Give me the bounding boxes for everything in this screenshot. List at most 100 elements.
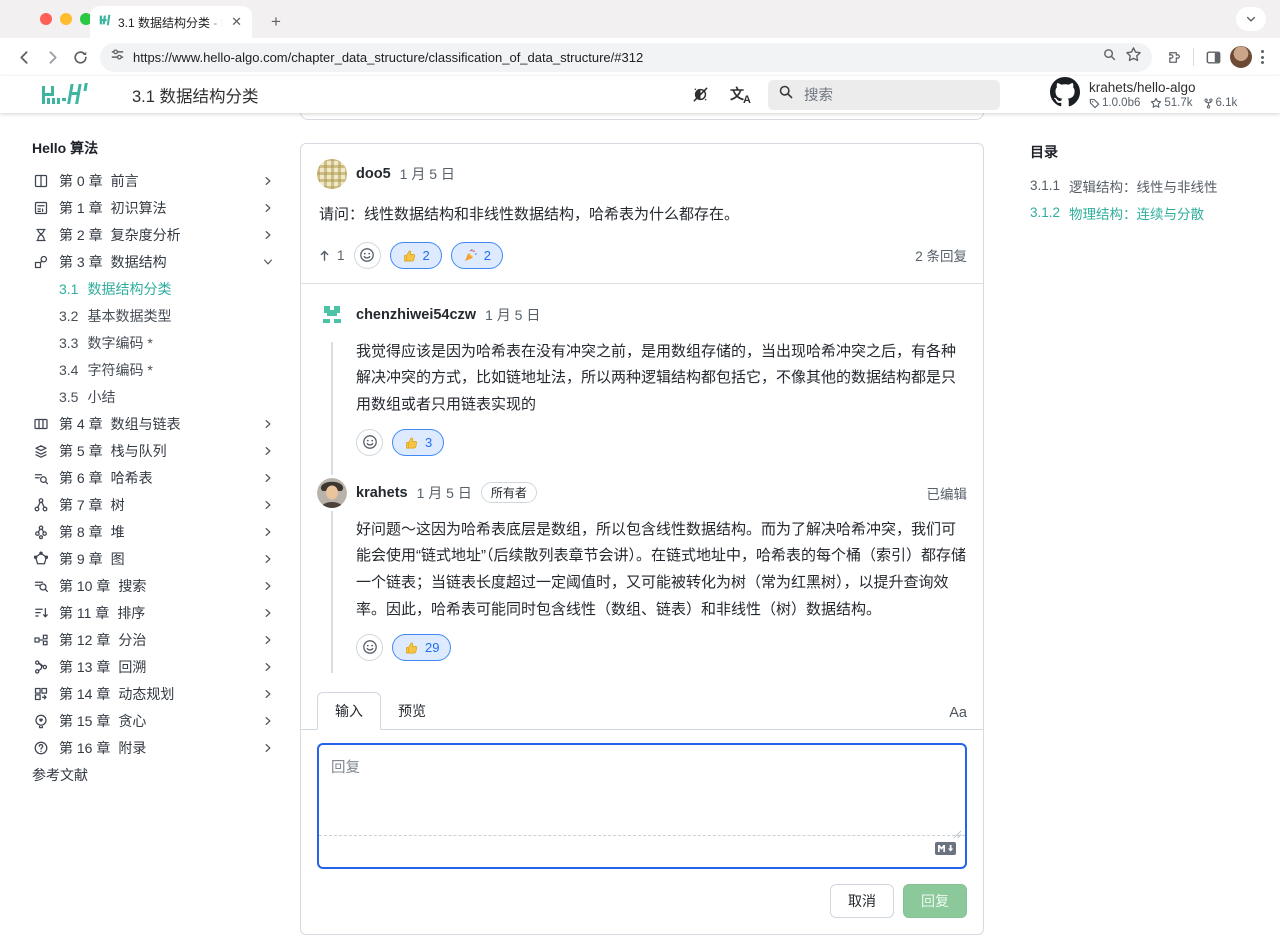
- bookmark-star-icon[interactable]: [1125, 46, 1142, 68]
- chevron-right-icon: [262, 418, 274, 430]
- reaction-thumbs-up[interactable]: 29: [392, 634, 451, 661]
- back-button[interactable]: [10, 43, 38, 71]
- sidebar-item-chapter-8[interactable]: 第 8 章 堆: [32, 518, 274, 545]
- reply-form: 输入 预览 Aa 取消 回复: [301, 693, 983, 934]
- sidebar-item-chapter-5[interactable]: 第 5 章 栈与队列: [32, 437, 274, 464]
- hourglass-icon: [32, 227, 50, 243]
- sidebar-item-chapter-1[interactable]: 第 1 章 初识算法: [32, 194, 274, 221]
- comment-date[interactable]: 1 月 5 日: [485, 305, 540, 325]
- browser-toolbar: https://www.hello-algo.com/chapter_data_…: [0, 38, 1280, 76]
- smiley-icon: [359, 247, 375, 263]
- repo-stats: 1.0.0b6 51.7k 6.1k: [1089, 97, 1237, 109]
- search-input[interactable]: 搜索: [768, 80, 1000, 110]
- comment-body: 我觉得应该是因为哈希表在没有冲突之前，是用数组存储的，当出现哈希冲突之后，有各种…: [356, 339, 967, 419]
- theme-toggle-icon[interactable]: [680, 85, 720, 104]
- backtrack-icon: [32, 659, 50, 675]
- github-repo-link[interactable]: krahets/hello-algo 1.0.0b6 51.7k 6.1k: [1050, 77, 1260, 112]
- tab-write[interactable]: 输入: [317, 692, 381, 730]
- minimize-window-button[interactable]: [60, 13, 72, 25]
- sidebar-nav: Hello 算法 第 0 章 前言 第 1 章 初识算法 第 2 章 复杂度分析…: [32, 138, 274, 788]
- address-bar[interactable]: https://www.hello-algo.com/chapter_data_…: [100, 43, 1152, 72]
- add-reaction-button[interactable]: [356, 429, 383, 456]
- sidebar-item-chapter-9[interactable]: 第 9 章 图: [32, 545, 274, 572]
- table-icon: [32, 416, 50, 432]
- avatar[interactable]: [317, 159, 347, 189]
- reaction-party[interactable]: 2: [451, 242, 503, 269]
- divide-icon: [32, 632, 50, 648]
- sidebar-item-chapter-16[interactable]: 第 16 章 附录: [32, 734, 274, 761]
- sidebar-item-chapter-10[interactable]: 第 10 章 搜索: [32, 572, 274, 599]
- sidebar-item-chapter-13[interactable]: 第 13 章 回溯: [32, 653, 274, 680]
- zoom-page-icon[interactable]: [1102, 47, 1117, 67]
- tab-preview[interactable]: 预览: [381, 693, 443, 729]
- reply-editor: [317, 743, 967, 869]
- comment-author[interactable]: chenzhiwei54czw: [356, 307, 476, 323]
- heap-icon: [32, 524, 50, 540]
- upvote-button[interactable]: 1: [317, 248, 345, 263]
- reply-submit-button[interactable]: 回复: [903, 884, 967, 918]
- resize-handle-icon[interactable]: [953, 826, 962, 844]
- edited-label: 已编辑: [927, 483, 968, 503]
- translate-icon[interactable]: 文A: [720, 84, 760, 106]
- grid-icon: [32, 686, 50, 702]
- sidebar-item-chapter-6[interactable]: 第 6 章 哈希表: [32, 464, 274, 491]
- shapes-icon: [32, 254, 50, 270]
- tab-search-button[interactable]: [1236, 7, 1266, 31]
- chevron-right-icon: [262, 526, 274, 538]
- comment-date[interactable]: 1 月 5 日: [417, 483, 472, 503]
- sidebar-item-3-3[interactable]: 3.3 数字编码 *: [32, 329, 274, 356]
- reaction-count: 2: [423, 248, 430, 263]
- close-window-button[interactable]: [40, 13, 52, 25]
- search-placeholder: 搜索: [804, 84, 833, 105]
- sidebar-item-3-1[interactable]: 3.1 数据结构分类: [32, 275, 274, 302]
- url-text[interactable]: https://www.hello-algo.com/chapter_data_…: [133, 50, 1094, 65]
- side-panel-icon[interactable]: [1199, 43, 1227, 71]
- toc-item-3-1-2[interactable]: 3.1.2 物理结构：连续与分散: [1030, 199, 1266, 226]
- add-reaction-button[interactable]: [356, 634, 383, 661]
- avatar[interactable]: [317, 478, 347, 508]
- chevron-right-icon: [262, 229, 274, 241]
- profile-avatar[interactable]: [1227, 43, 1255, 71]
- sidebar-item-chapter-0[interactable]: 第 0 章 前言: [32, 167, 274, 194]
- sidebar-item-chapter-3[interactable]: 第 3 章 数据结构: [32, 248, 274, 275]
- comment-date[interactable]: 1 月 5 日: [400, 164, 455, 184]
- sidebar-item-chapter-11[interactable]: 第 11 章 排序: [32, 599, 274, 626]
- browser-tab[interactable]: 3.1 数据结构分类 - Hello 算法 ✕: [90, 6, 252, 38]
- add-reaction-button[interactable]: [354, 242, 381, 269]
- site-header: 3.1 数据结构分类 文A 搜索 krahets/hello-algo 1.0.…: [0, 76, 1280, 113]
- extensions-icon[interactable]: [1160, 43, 1188, 71]
- site-info-icon[interactable]: [110, 47, 125, 67]
- reload-button[interactable]: [66, 43, 94, 71]
- comment-author[interactable]: krahets: [356, 485, 408, 501]
- sidebar-item-3-2[interactable]: 3.2 基本数据类型: [32, 302, 274, 329]
- sidebar-item-references[interactable]: 参考文献: [32, 761, 274, 788]
- sidebar-item-chapter-7[interactable]: 第 7 章 树: [32, 491, 274, 518]
- reaction-thumbs-up[interactable]: 3: [392, 429, 444, 456]
- sidebar-item-chapter-2[interactable]: 第 2 章 复杂度分析: [32, 221, 274, 248]
- tag-icon: [1089, 98, 1100, 109]
- reply-textarea[interactable]: [319, 745, 965, 835]
- comment-author[interactable]: doo5: [356, 166, 391, 182]
- forward-button[interactable]: [38, 43, 66, 71]
- sidebar-item-3-4[interactable]: 3.4 字符编码 *: [32, 356, 274, 383]
- avatar[interactable]: [317, 300, 347, 330]
- upvote-arrow-icon: [317, 248, 332, 263]
- sidebar-item-chapter-14[interactable]: 第 14 章 动态规划: [32, 680, 274, 707]
- reply-comment: krahets 1 月 5 日 所有者 已编辑 好问题～这因为哈希表底层是数组，…: [317, 478, 967, 661]
- reaction-thumbs-up[interactable]: 2: [390, 242, 442, 269]
- text-size-icon[interactable]: Aa: [949, 705, 967, 729]
- toc-item-3-1-1[interactable]: 3.1.1 逻辑结构：线性与非线性: [1030, 172, 1266, 199]
- sidebar-item-chapter-15[interactable]: 第 15 章 贪心: [32, 707, 274, 734]
- menu-kebab-icon[interactable]: [1255, 50, 1270, 64]
- fork-icon: [1203, 98, 1214, 109]
- tab-close-icon[interactable]: ✕: [229, 14, 244, 30]
- new-tab-button[interactable]: +: [262, 8, 290, 36]
- search-list-icon: [32, 578, 50, 594]
- hello-algo-logo[interactable]: [36, 82, 98, 108]
- sidebar-item-3-5[interactable]: 3.5 小结: [32, 383, 274, 410]
- cancel-button[interactable]: 取消: [830, 884, 894, 918]
- chevron-right-icon: [262, 634, 274, 646]
- sidebar-item-chapter-4[interactable]: 第 4 章 数组与链表: [32, 410, 274, 437]
- sidebar-item-chapter-12[interactable]: 第 12 章 分治: [32, 626, 274, 653]
- reaction-count: 3: [425, 435, 432, 450]
